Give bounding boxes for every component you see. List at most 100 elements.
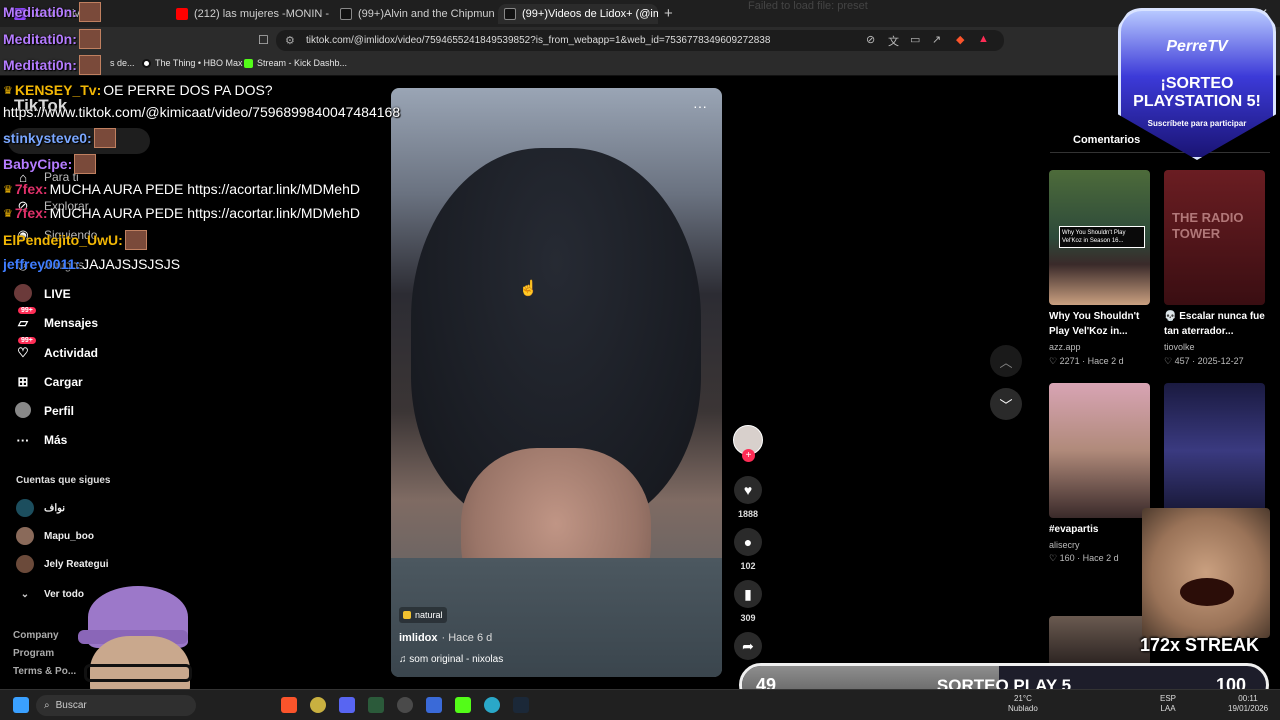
chat-text: JAJAJSJSJSJS <box>82 256 181 272</box>
related-video-title[interactable]: Why You Shouldn't Play Vel'Koz in... <box>1049 309 1161 339</box>
follow-plus-icon[interactable]: + <box>742 449 755 462</box>
nav-item-perfil[interactable]: Perfil <box>12 400 212 422</box>
bookmark-icon[interactable]: ☐ <box>258 33 269 47</box>
footer-link[interactable]: Company <box>13 630 59 641</box>
heart-outline-icon: ♡ <box>1049 553 1058 563</box>
site-info-icon[interactable]: ⚙ <box>285 34 295 47</box>
bookmark-item[interactable]: The Thing • HBO Max <box>142 58 243 68</box>
chat-text: MUCHA AURA PEDE https://acortar.link/MDM… <box>49 181 360 197</box>
terminal-icon[interactable] <box>368 697 384 713</box>
tiktok-favicon <box>340 8 352 20</box>
related-video-thumbnail[interactable]: Why You Shouldn't Play Vel'Koz in Season… <box>1049 170 1150 305</box>
nav-item-cargar[interactable]: ⊞ Cargar <box>12 371 212 393</box>
footer-link[interactable]: Terms & Po... <box>13 666 76 677</box>
like-button[interactable]: ♥ 1888 <box>733 476 763 519</box>
related-video-thumbnail[interactable] <box>1049 616 1150 666</box>
clock[interactable]: 00:11 19/01/2026 <box>1228 694 1268 714</box>
related-video-thumbnail[interactable]: THE RADIO TOWER <box>1164 170 1265 305</box>
chat-username: BabyCipe: <box>3 156 73 172</box>
nav-item-mas[interactable]: ··· Más <box>12 429 212 451</box>
video-tag[interactable]: natural <box>399 607 447 623</box>
see-all-link[interactable]: ⌄ Ver todo <box>16 584 84 604</box>
next-video-button[interactable]: ﹀ <box>990 388 1022 420</box>
weather-temp: 21°C <box>1013 694 1032 703</box>
previous-video-button[interactable]: ︿ <box>990 345 1022 377</box>
bookmark-item[interactable]: s de... <box>110 58 135 68</box>
live-icon <box>12 283 34 305</box>
avatar <box>16 499 34 517</box>
taskbar-search[interactable]: ⌕ Buscar <box>36 695 196 716</box>
language-code: ESP <box>1160 694 1177 703</box>
chat-username: jeffrey0011: <box>3 256 81 272</box>
following-account[interactable]: Jely Reategui <box>16 554 108 574</box>
chat-username: Meditati0n: <box>3 57 77 73</box>
share-icon[interactable]: ↗ <box>932 33 941 46</box>
steam-icon[interactable] <box>513 697 529 713</box>
following-account[interactable]: نواف <box>16 498 65 518</box>
url-field[interactable]: ⚙ tiktok.com/@imlidox/video/759465524184… <box>276 30 1004 51</box>
badge-headline: ¡SORTEO PLAYSTATION 5! <box>1133 75 1261 110</box>
nav-item-mensajes[interactable]: ▱ 99+ Mensajes <box>12 307 212 334</box>
video-sound[interactable]: ♫ som original - nixolas <box>399 654 503 665</box>
chat-username: KENSEY_Tv: <box>14 82 102 98</box>
related-video-author[interactable]: azz.app <box>1049 342 1081 352</box>
rewards-icon[interactable]: ▲ <box>978 33 989 45</box>
weather-widget[interactable]: 21°C Nublado <box>1008 694 1038 714</box>
video-player[interactable]: ··· natural imlidox · Hace 6 d ♫ som orig… <box>391 88 722 677</box>
related-video-thumbnail[interactable] <box>1049 383 1150 518</box>
windows-start-icon[interactable] <box>13 697 29 713</box>
related-video-author[interactable]: tiovolke <box>1164 342 1195 352</box>
perretv-giveaway-badge: PerreTV ¡SORTEO PLAYSTATION 5! Suscríbet… <box>1118 8 1276 160</box>
video-author[interactable]: imlidox · Hace 6 d <box>399 632 492 644</box>
unread-badge: 99+ <box>18 307 36 314</box>
related-video-title[interactable]: 💀 Escalar nunca fue tan aterrador... <box>1164 309 1276 339</box>
related-video-thumbnail[interactable] <box>1164 383 1265 518</box>
footer-link[interactable]: Program <box>13 648 54 659</box>
browser-tab-active[interactable]: (99+)Videos de Lidox+ (@im ✕ <box>498 4 658 24</box>
laughing-face-overlay <box>1142 508 1270 638</box>
app-icon[interactable] <box>310 697 326 713</box>
glasses-shape <box>84 664 192 682</box>
account-name: Jely Reategui <box>44 558 109 570</box>
nav-item-actividad[interactable]: ♡ 99+ Actividad <box>12 337 212 364</box>
following-account[interactable]: Mapu_boo <box>16 526 94 546</box>
app-icon[interactable] <box>426 697 442 713</box>
brave-browser-icon[interactable] <box>281 697 297 713</box>
chevron-up-icon: ︿ <box>999 354 1013 370</box>
author-name: imlidox <box>399 632 438 644</box>
more-options-icon[interactable]: ··· <box>693 98 707 114</box>
related-video-author[interactable]: alisecry <box>1049 540 1080 550</box>
kick-icon[interactable] <box>455 697 471 713</box>
obs-icon[interactable] <box>397 697 413 713</box>
nav-item-live[interactable]: LIVE <box>12 283 212 305</box>
unread-badge: 99+ <box>18 337 36 344</box>
language-indicator[interactable]: ESP LAA <box>1160 694 1176 714</box>
creator-avatar-button[interactable]: + <box>733 425 763 465</box>
chat-message: Meditati0n: <box>3 2 101 22</box>
save-button[interactable]: ▮ 309 <box>733 580 763 623</box>
streak-counter: 172x STREAK <box>1140 635 1260 655</box>
comment-button[interactable]: ● 102 <box>733 528 763 571</box>
discord-icon[interactable] <box>339 697 355 713</box>
edge-icon[interactable] <box>484 697 500 713</box>
new-tab-button[interactable]: + <box>664 5 673 22</box>
mouse-pointer-icon: ☝ <box>519 280 538 297</box>
tag-icon <box>403 611 411 619</box>
like-count: 2271 <box>1059 356 1080 366</box>
browser-tab[interactable]: (212) las mujeres -MONIN - YouTube <box>170 4 330 24</box>
reader-icon[interactable]: ⊘ <box>866 33 875 46</box>
browser-tab[interactable]: (99+)Alvin and the Chipmunks: Theo <box>334 4 494 24</box>
chevron-down-icon: ⌄ <box>20 588 30 600</box>
chat-emote <box>78 2 101 22</box>
related-video-meta: ♡ 160 · Hace 2 d <box>1049 553 1119 563</box>
tab-label: (99+)Videos de Lidox+ (@im <box>522 8 658 20</box>
cast-icon[interactable]: ▭ <box>910 33 920 46</box>
chat-message: ElPendejito_UwU: <box>3 230 147 250</box>
share-button[interactable]: ➦ <box>733 632 763 660</box>
save-count: 309 <box>740 613 756 623</box>
translate-icon[interactable]: 文 <box>888 33 899 49</box>
bookmark-item[interactable]: Stream - Kick Dashb... <box>244 58 347 68</box>
brave-shield-icon[interactable]: ◆ <box>956 33 964 46</box>
chat-message: ♛ 7fex: MUCHA AURA PEDE https://acortar.… <box>3 205 360 221</box>
thumbnail-caption: THE RADIO TOWER <box>1172 210 1244 241</box>
